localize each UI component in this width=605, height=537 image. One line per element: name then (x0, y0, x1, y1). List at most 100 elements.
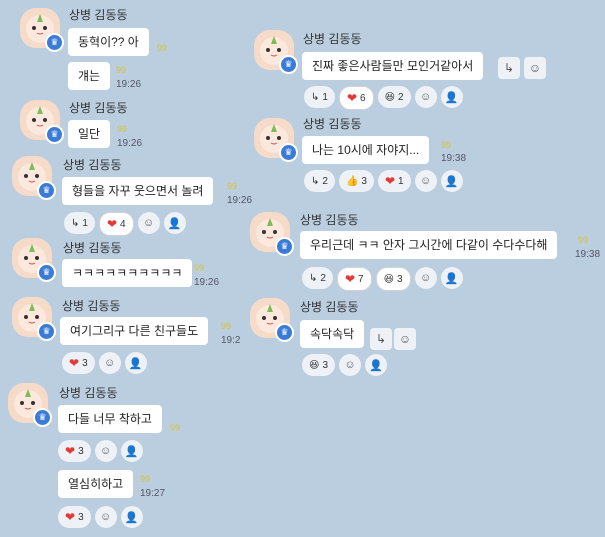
crown-icon: ♛ (37, 181, 56, 200)
sender-name: 상병 김동동 (63, 158, 122, 172)
sender-name: 상병 김동동 (300, 300, 359, 314)
reply-count[interactable]: ↳ 2 (302, 267, 333, 289)
message-bubble[interactable]: 형들을 자꾸 웃으면서 놀려 (62, 177, 214, 205)
avatar[interactable]: ♛ (254, 30, 298, 74)
reactors-button[interactable]: 👤 (124, 352, 147, 374)
message-bubble[interactable]: 여기그리구 다른 친구들도 (60, 317, 209, 345)
reply-count-value: 1 (322, 91, 328, 103)
avatar[interactable]: ♛ (12, 238, 56, 282)
message-bubble[interactable]: 일단 (68, 120, 111, 148)
add-reaction-button[interactable]: ☺ (414, 267, 437, 289)
laugh-reaction[interactable]: 😆 3 (302, 354, 335, 376)
add-reaction-button[interactable]: ☺ (414, 86, 437, 108)
message-bubble[interactable]: 진짜 좋은사람들만 모인거같아서 (302, 52, 484, 80)
reactors-button[interactable]: 👤 (440, 170, 463, 192)
heart-icon: ❤ (69, 356, 80, 370)
emoji-add-icon: ☺ (100, 445, 112, 457)
reactors-button[interactable]: 👤 (120, 440, 143, 462)
reactors-button[interactable]: 👤 (440, 267, 463, 289)
message-bubble[interactable]: 걔는 (68, 62, 111, 90)
laugh-reaction[interactable]: 😆 3 (375, 267, 411, 291)
crown-icon: ♛ (275, 237, 294, 256)
heart-reaction[interactable]: ❤ 6 (338, 86, 374, 110)
thumbs-up-count: 3 (361, 175, 367, 187)
laugh-icon: 😆 (384, 91, 396, 103)
reactors-button[interactable]: 👤 (365, 354, 387, 376)
sender-name: 상병 김동동 (69, 8, 128, 22)
message-bubble[interactable]: 다들 너무 착하고 (58, 405, 162, 433)
add-reaction-button[interactable]: ☺ (524, 57, 546, 79)
message-bubble[interactable]: ㅋㅋㅋㅋㅋㅋㅋㅋㅋㅋ (62, 259, 193, 287)
person-icon: 👤 (128, 357, 143, 370)
message-time: 19:26 (116, 79, 142, 90)
person-icon: 👤 (124, 445, 139, 458)
heart-count: 7 (358, 273, 364, 285)
reactors-button[interactable]: 👤 (163, 212, 186, 234)
heart-icon: ❤ (65, 510, 76, 524)
heart-reaction[interactable]: ❤ 4 (98, 212, 134, 236)
laugh-reaction[interactable]: 😆 2 (377, 86, 411, 108)
crown-icon: ♛ (45, 125, 64, 144)
reaction-row: 😆 3 ☺ 👤 (302, 354, 387, 376)
message-bubble[interactable]: 우리근데 ㅋㅋ 안자 그시간에 다같이 수다수다해 (300, 231, 558, 259)
reply-count[interactable]: ↳ 1 (64, 212, 95, 234)
avatar[interactable]: ♛ (12, 297, 56, 341)
add-reaction-button[interactable]: ☺ (394, 328, 416, 350)
reply-button[interactable]: ↳ (370, 328, 392, 350)
reply-button[interactable]: ↳ (498, 57, 520, 79)
crown-icon: ♛ (37, 322, 56, 341)
person-icon: 👤 (444, 272, 459, 285)
avatar[interactable]: ♛ (254, 118, 298, 162)
avatar[interactable]: ♛ (250, 298, 294, 342)
unread-count: 99 (441, 140, 452, 150)
laugh-count: 3 (322, 359, 328, 371)
add-reaction-button[interactable]: ☺ (339, 354, 361, 376)
message-bubble[interactable]: 열심히하고 (58, 470, 134, 498)
unread-count: 99 (117, 124, 128, 134)
add-reaction-button[interactable]: ☺ (98, 352, 121, 374)
sender-name: 상병 김동동 (63, 241, 122, 255)
heart-reaction[interactable]: ❤ 7 (336, 267, 372, 291)
heart-reaction[interactable]: ❤ 1 (377, 170, 411, 192)
avatar[interactable]: ♛ (12, 156, 56, 200)
avatar[interactable]: ♛ (20, 8, 64, 52)
reply-icon: ↳ (503, 61, 515, 75)
message-time: 19:38 (575, 249, 601, 260)
crown-icon: ♛ (279, 55, 298, 74)
heart-count: 3 (82, 357, 88, 369)
message-bubble[interactable]: 나는 10시에 자야지... (302, 136, 430, 164)
sender-name: 상병 김동동 (69, 101, 128, 115)
add-reaction-button[interactable]: ☺ (414, 170, 437, 192)
heart-icon: ❤ (346, 91, 358, 105)
heart-reaction[interactable]: ❤ 3 (58, 440, 91, 462)
add-reaction-button[interactable]: ☺ (94, 440, 117, 462)
message-bubble[interactable]: 동혁이?? 아 (68, 28, 149, 56)
heart-count: 1 (398, 175, 404, 187)
thumbs-up-reaction[interactable]: 👍 3 (338, 170, 374, 192)
emoji-add-icon: ☺ (142, 217, 155, 229)
unread-count: 99 (578, 235, 589, 245)
add-reaction-button[interactable]: ☺ (94, 506, 117, 528)
reaction-row: ❤ 3 ☺ 👤 (62, 352, 147, 374)
reply-count[interactable]: ↳ 2 (304, 170, 335, 192)
reply-count[interactable]: ↳ 1 (304, 86, 335, 108)
emoji-add-icon: ☺ (344, 359, 356, 371)
heart-count: 3 (78, 445, 84, 457)
emoji-add-icon: ☺ (398, 332, 412, 346)
message-time: 19:2 (221, 335, 241, 346)
reactors-button[interactable]: 👤 (440, 86, 463, 108)
avatar[interactable]: ♛ (20, 100, 64, 144)
avatar[interactable]: ♛ (8, 383, 52, 427)
heart-reaction[interactable]: ❤ 3 (58, 506, 91, 528)
avatar[interactable]: ♛ (250, 212, 294, 256)
message-time: 19:26 (227, 195, 253, 206)
heart-count: 4 (120, 218, 126, 230)
add-reaction-button[interactable]: ☺ (137, 212, 160, 234)
heart-icon: ❤ (106, 217, 118, 231)
emoji-add-icon: ☺ (419, 272, 432, 284)
reply-icon: ↳ (311, 175, 320, 187)
heart-reaction[interactable]: ❤ 3 (62, 352, 95, 374)
message-bubble[interactable]: 속닥속닥 (300, 320, 365, 348)
reactors-button[interactable]: 👤 (120, 506, 143, 528)
reply-count-value: 2 (322, 175, 328, 187)
